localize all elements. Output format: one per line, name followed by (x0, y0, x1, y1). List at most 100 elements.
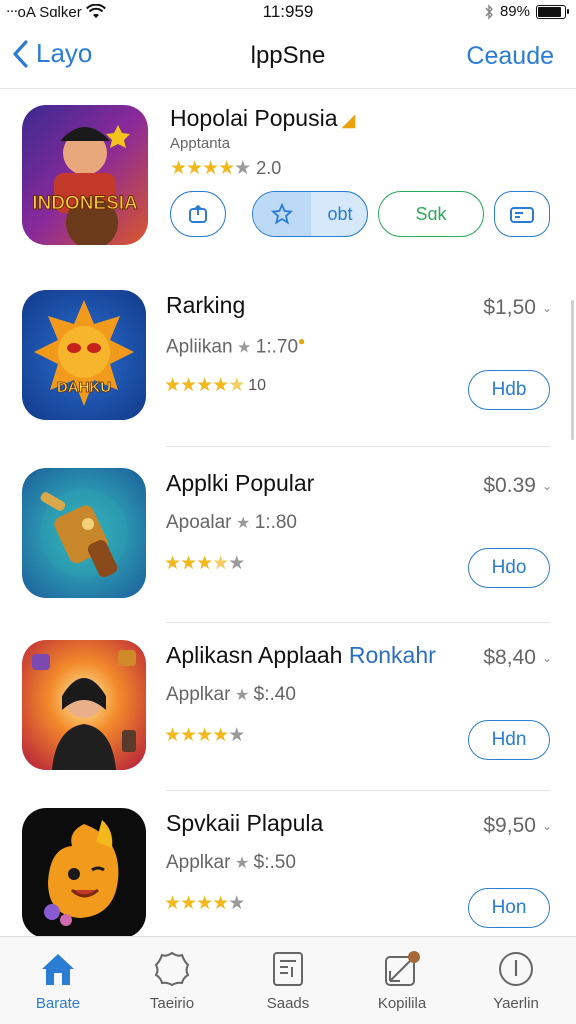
app-meta-value: $:.50 (253, 852, 296, 873)
featured-title: Hopolai Popusia ◢ (170, 105, 355, 132)
featured-app-icon[interactable]: INDONESIA (22, 105, 148, 245)
app-price[interactable]: $8,40 ⌄ (483, 646, 552, 670)
star-rating-icon: ★★★★★ (164, 553, 245, 574)
tab-home[interactable]: Barate (8, 945, 108, 1021)
app-name-text: Aplikasn Applaah (166, 642, 343, 668)
app-name-text: Spvkaii Plapula (166, 810, 324, 836)
app-rating: ★★★★★ (164, 724, 245, 747)
chevron-down-icon: ⌄ (541, 819, 552, 833)
app-price[interactable]: $1,50 ⌄ (483, 296, 552, 320)
scroll-indicator[interactable] (571, 300, 574, 440)
nav-action-button[interactable]: Ceaude (466, 42, 554, 71)
app-name: Spvkaii Plapula (166, 810, 323, 837)
app-icon-text: DAHKU (57, 379, 111, 396)
star-rating-icon: ★★★★★ (164, 893, 245, 914)
app-price[interactable]: $9,50 ⌄ (483, 814, 552, 838)
price-value: $0.39 (483, 474, 536, 497)
app-meta-text: Apliikan (166, 336, 233, 358)
info-icon (499, 952, 533, 986)
app-meta-value: 1:.80 (254, 512, 297, 533)
menu-button[interactable] (494, 191, 550, 237)
tab-label: Taeirio (149, 995, 195, 1012)
tab-bar: Barate Taeirio Saads Kopilila Yaerlin (0, 936, 576, 1024)
badge-icon (154, 951, 190, 987)
rating-count: 10 (248, 376, 267, 394)
list-item[interactable]: Aplikasn Applaah Ronkahr Applkar ★ $:.40… (0, 640, 576, 810)
list-item[interactable]: Applki Popular Apoalar ★ 1:.80 ★★★★★ $0.… (0, 468, 576, 638)
list-item[interactable]: DAHKU Rarking Apliikan ★ 1:.70● ★★★★★ 10… (0, 290, 576, 460)
star-rating-icon: ★★★★★ (164, 725, 245, 746)
sale-button[interactable]: Sɑk (378, 191, 484, 237)
app-rating: ★★★★★ 10 (164, 374, 266, 397)
app-price[interactable]: $0.39 ⌄ (483, 474, 552, 498)
tab-label: Barate (35, 995, 81, 1012)
navigation-bar: Layo lppSne Ceaude (0, 30, 576, 84)
bluetooth-icon (485, 3, 493, 20)
featured-subtitle: Apptanta (170, 135, 231, 152)
featured-rating: ★★★★★ 2.0 (170, 157, 281, 180)
bookmark-icon: ◢ (341, 110, 356, 130)
tab-badge[interactable]: Taeirio (122, 945, 222, 1021)
status-right: 89% (484, 3, 569, 20)
small-star-icon: ★ (230, 687, 254, 704)
rating-value: 2.0 (256, 158, 282, 178)
app-name: Rarking (166, 292, 245, 319)
get-button[interactable]: Hdn (468, 720, 550, 760)
tab-list[interactable]: Saads (238, 945, 338, 1021)
chevron-down-icon: ⌄ (541, 479, 552, 493)
list-icon (273, 952, 303, 986)
get-button[interactable]: Hdb (468, 370, 550, 410)
app-icon[interactable] (22, 808, 146, 938)
app-icon[interactable] (22, 640, 146, 770)
small-star-icon: ★ (231, 515, 255, 532)
app-meta-text: Applkar (166, 852, 231, 873)
app-name: Aplikasn Applaah Ronkahr (166, 642, 436, 669)
get-button[interactable]: Hon (468, 888, 550, 928)
battery-fill (538, 6, 562, 17)
small-star-icon: ★ (230, 855, 254, 872)
home-icon (42, 954, 74, 985)
star-rating-icon: ★★★★★ (164, 375, 245, 396)
tab-chart[interactable]: Kopilila (352, 945, 452, 1021)
star-icon (253, 192, 311, 236)
row-divider (166, 622, 550, 623)
app-meta: Apliikan ★ 1:.70● (166, 334, 305, 358)
app-name: Applki Popular (166, 470, 314, 497)
app-meta: Applkar ★ $:.40 (166, 684, 296, 706)
price-value: $9,50 (483, 814, 536, 837)
app-name-accent: Ronkahr (348, 642, 436, 668)
tab-label: Saads (266, 995, 310, 1012)
menu-icon (510, 207, 534, 223)
featured-icon-text: INDONESIA (32, 193, 138, 214)
chevron-down-icon: ⌄ (541, 301, 552, 315)
get-button[interactable]: Hdo (468, 548, 550, 588)
tab-label: Yaerlin (493, 995, 539, 1012)
row-divider (166, 790, 550, 791)
tab-info[interactable]: Yaerlin (466, 945, 566, 1021)
featured-title-text: Hopolai Popusia (170, 105, 338, 131)
status-bar: ᐧᐧᐧoA Sɑlker 11:959 89% (0, 0, 576, 26)
featured-app: INDONESIA Hopolai Popusia ◢ Apptanta ★★★★… (0, 95, 576, 265)
app-meta-value: 1:.70 (255, 336, 299, 358)
share-icon (189, 204, 207, 223)
price-value: $8,40 (483, 646, 536, 669)
share-button[interactable] (170, 191, 226, 237)
price-value: $1,50 (483, 296, 536, 319)
battery-percent: 89% (499, 3, 530, 20)
chart-icon (385, 951, 420, 986)
app-meta-text: Applkar (166, 684, 231, 705)
star-rating-icon: ★★★★★ (170, 158, 251, 179)
tab-label: Kopilila (377, 995, 427, 1012)
favorite-label: obt (327, 203, 353, 224)
nav-divider (0, 88, 576, 89)
app-meta: Applkar ★ $:.50 (166, 852, 296, 874)
row-divider (166, 446, 550, 447)
app-icon[interactable]: DAHKU (22, 290, 146, 420)
app-meta: Apoalar ★ 1:.80 (166, 512, 297, 534)
chevron-down-icon: ⌄ (541, 651, 552, 665)
favorite-toggle[interactable]: obt (252, 191, 368, 237)
battery-icon (536, 4, 569, 19)
highlight-dot-icon: ● (298, 334, 306, 348)
app-name-text: Applki Popular (166, 470, 315, 496)
app-icon[interactable] (22, 468, 146, 598)
